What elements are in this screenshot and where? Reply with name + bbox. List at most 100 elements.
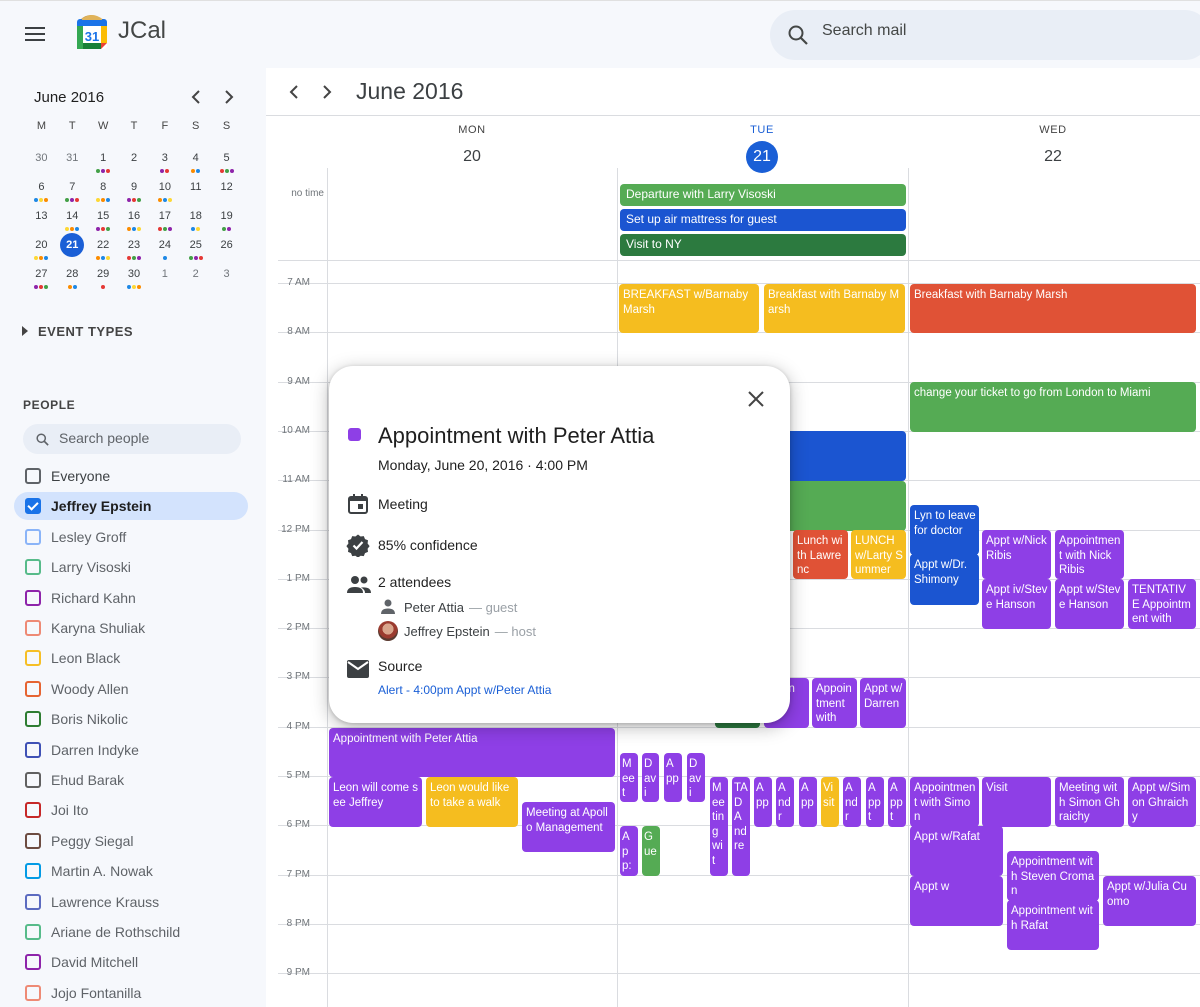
calendar-event[interactable]: App: [754, 777, 772, 827]
mini-calendar-day[interactable]: 19: [211, 206, 242, 235]
person-filter-item[interactable]: Larry Visoski: [14, 553, 248, 581]
mini-calendar-day[interactable]: 14: [57, 206, 88, 235]
mini-calendar-day[interactable]: 26: [211, 235, 242, 264]
all-day-event[interactable]: Set up air mattress for guest: [620, 209, 906, 231]
person-checkbox[interactable]: [25, 711, 41, 728]
person-checkbox[interactable]: [25, 802, 41, 819]
mini-calendar-day[interactable]: 1: [88, 148, 119, 177]
mini-next-month-icon[interactable]: [217, 86, 239, 108]
person-checkbox[interactable]: [25, 498, 41, 515]
calendar-event[interactable]: Andr: [776, 777, 794, 827]
calendar-event[interactable]: Appointment with: [812, 678, 857, 728]
mini-calendar-day[interactable]: 3: [149, 148, 180, 177]
person-filter-item[interactable]: David Mitchell: [14, 948, 248, 976]
mini-calendar-day[interactable]: 15: [88, 206, 119, 235]
search-icon[interactable]: [786, 23, 810, 47]
calendar-event[interactable]: Appointment with Rafat: [1007, 900, 1099, 950]
calendar-event[interactable]: Appt w/Steve Hanson: [1055, 579, 1124, 629]
mini-calendar-day[interactable]: 30: [119, 264, 150, 293]
person-filter-item[interactable]: Darren Indyke: [14, 736, 248, 764]
mini-calendar-day[interactable]: 22: [88, 235, 119, 264]
calendar-event[interactable]: Appointment with Nick Ribis: [1055, 530, 1124, 579]
person-filter-item[interactable]: Lawrence Krauss: [14, 888, 248, 916]
person-filter-item[interactable]: Jojo Fontanilla: [14, 979, 248, 1007]
calendar-event[interactable]: Meeting at Apollo Management: [522, 802, 615, 852]
mini-calendar-day[interactable]: 16: [119, 206, 150, 235]
person-checkbox[interactable]: [25, 893, 41, 910]
person-checkbox[interactable]: [25, 528, 41, 545]
calendar-event[interactable]: Appt w/Dr. Shimony: [910, 554, 979, 605]
mini-calendar-day[interactable]: 6: [26, 177, 57, 206]
mini-calendar-day[interactable]: 20: [26, 235, 57, 264]
people-search-bar[interactable]: [23, 424, 241, 454]
calendar-event[interactable]: Leon would like to take a walk: [426, 777, 518, 827]
person-checkbox[interactable]: [25, 954, 41, 971]
search-input[interactable]: [822, 22, 1122, 40]
person-checkbox[interactable]: [25, 984, 41, 1001]
mini-calendar-day[interactable]: 1: [149, 264, 180, 293]
calendar-event[interactable]: Meeting wit: [710, 777, 728, 876]
mini-calendar-day[interactable]: 24: [149, 235, 180, 264]
calendar-event[interactable]: Visit: [982, 777, 1051, 827]
mini-calendar-day[interactable]: 30: [26, 148, 57, 177]
mini-calendar-day[interactable]: 5: [211, 148, 242, 177]
calendar-event[interactable]: Appointment with Steven Croman: [1007, 851, 1099, 901]
person-filter-item[interactable]: Ehud Barak: [14, 766, 248, 794]
people-search-input[interactable]: [59, 430, 229, 446]
calendar-event[interactable]: Breakfast with Barnaby Marsh: [764, 284, 905, 333]
calendar-event[interactable]: App: [799, 777, 817, 827]
calendar-event[interactable]: Gue: [642, 826, 660, 876]
calendar-event[interactable]: Appt w/Nick Ribis: [982, 530, 1051, 579]
calendar-event[interactable]: App:: [620, 826, 638, 876]
mini-calendar-day[interactable]: 28: [57, 264, 88, 293]
calendar-event[interactable]: Meet: [620, 753, 638, 802]
person-filter-item[interactable]: Richard Kahn: [14, 584, 248, 612]
search-bar[interactable]: [770, 10, 1200, 60]
person-checkbox[interactable]: [25, 832, 41, 849]
calendar-event[interactable]: App: [664, 753, 682, 802]
all-day-event[interactable]: Visit to NY: [620, 234, 906, 256]
next-week-icon[interactable]: [315, 80, 339, 110]
calendar-event[interactable]: BREAKFAST w/Barnaby Marsh: [619, 284, 759, 333]
person-checkbox[interactable]: [25, 589, 41, 606]
person-checkbox[interactable]: [25, 863, 41, 880]
person-filter-item[interactable]: Peggy Siegal: [14, 827, 248, 855]
person-checkbox[interactable]: [25, 620, 41, 636]
mini-calendar-day[interactable]: 18: [180, 206, 211, 235]
calendar-event[interactable]: TENTATIVE Appointment with: [1128, 579, 1196, 629]
mini-calendar-day[interactable]: 7: [57, 177, 88, 206]
main-menu-icon[interactable]: [22, 23, 48, 47]
person-checkbox[interactable]: [25, 741, 41, 758]
person-filter-item[interactable]: Jeffrey Epstein: [14, 492, 248, 521]
person-checkbox[interactable]: [25, 772, 41, 788]
person-filter-item[interactable]: Joi Ito: [14, 796, 248, 824]
mini-calendar-day[interactable]: 29: [88, 264, 119, 293]
calendar-event[interactable]: Lyn to leave for doctor: [910, 505, 979, 555]
mini-calendar-day[interactable]: 3: [211, 264, 242, 293]
person-checkbox[interactable]: [25, 468, 41, 484]
person-checkbox[interactable]: [25, 924, 41, 940]
calendar-event[interactable]: Appt w: [910, 876, 1003, 926]
mini-calendar-day[interactable]: 2: [119, 148, 150, 177]
calendar-event[interactable]: Appt iv/Steve Hanson: [982, 579, 1051, 629]
mini-calendar-day[interactable]: 23: [119, 235, 150, 264]
person-checkbox[interactable]: [25, 650, 41, 667]
person-checkbox[interactable]: [25, 680, 41, 697]
day-header-wed[interactable]: WED 22: [908, 124, 1198, 166]
day-header-mon[interactable]: MON 20: [327, 124, 617, 166]
mini-calendar-day[interactable]: 4: [180, 148, 211, 177]
calendar-event[interactable]: Appointment with Simon: [910, 777, 979, 827]
mini-calendar-day[interactable]: 2: [180, 264, 211, 293]
person-filter-item[interactable]: Karyna Shuliak: [14, 614, 248, 642]
mini-calendar-day[interactable]: 10: [149, 177, 180, 206]
close-icon[interactable]: [745, 388, 767, 410]
calendar-event[interactable]: LUNCH w/Larty Summer: [851, 530, 906, 579]
calendar-event[interactable]: Appt w/Julia Cuomo: [1103, 876, 1196, 926]
calendar-event[interactable]: Meeting with Simon Ghraichy: [1055, 777, 1124, 827]
person-filter-item[interactable]: Ariane de Rothschild: [14, 918, 248, 946]
person-filter-item[interactable]: Woody Allen: [14, 675, 248, 703]
source-link[interactable]: Alert - 4:00pm Appt w/Peter Attia: [378, 683, 551, 697]
calendar-event[interactable]: Appt w/Rafat: [910, 826, 1003, 876]
mini-calendar-day[interactable]: 11: [180, 177, 211, 206]
calendar-event[interactable]: TADAndre: [732, 777, 750, 876]
